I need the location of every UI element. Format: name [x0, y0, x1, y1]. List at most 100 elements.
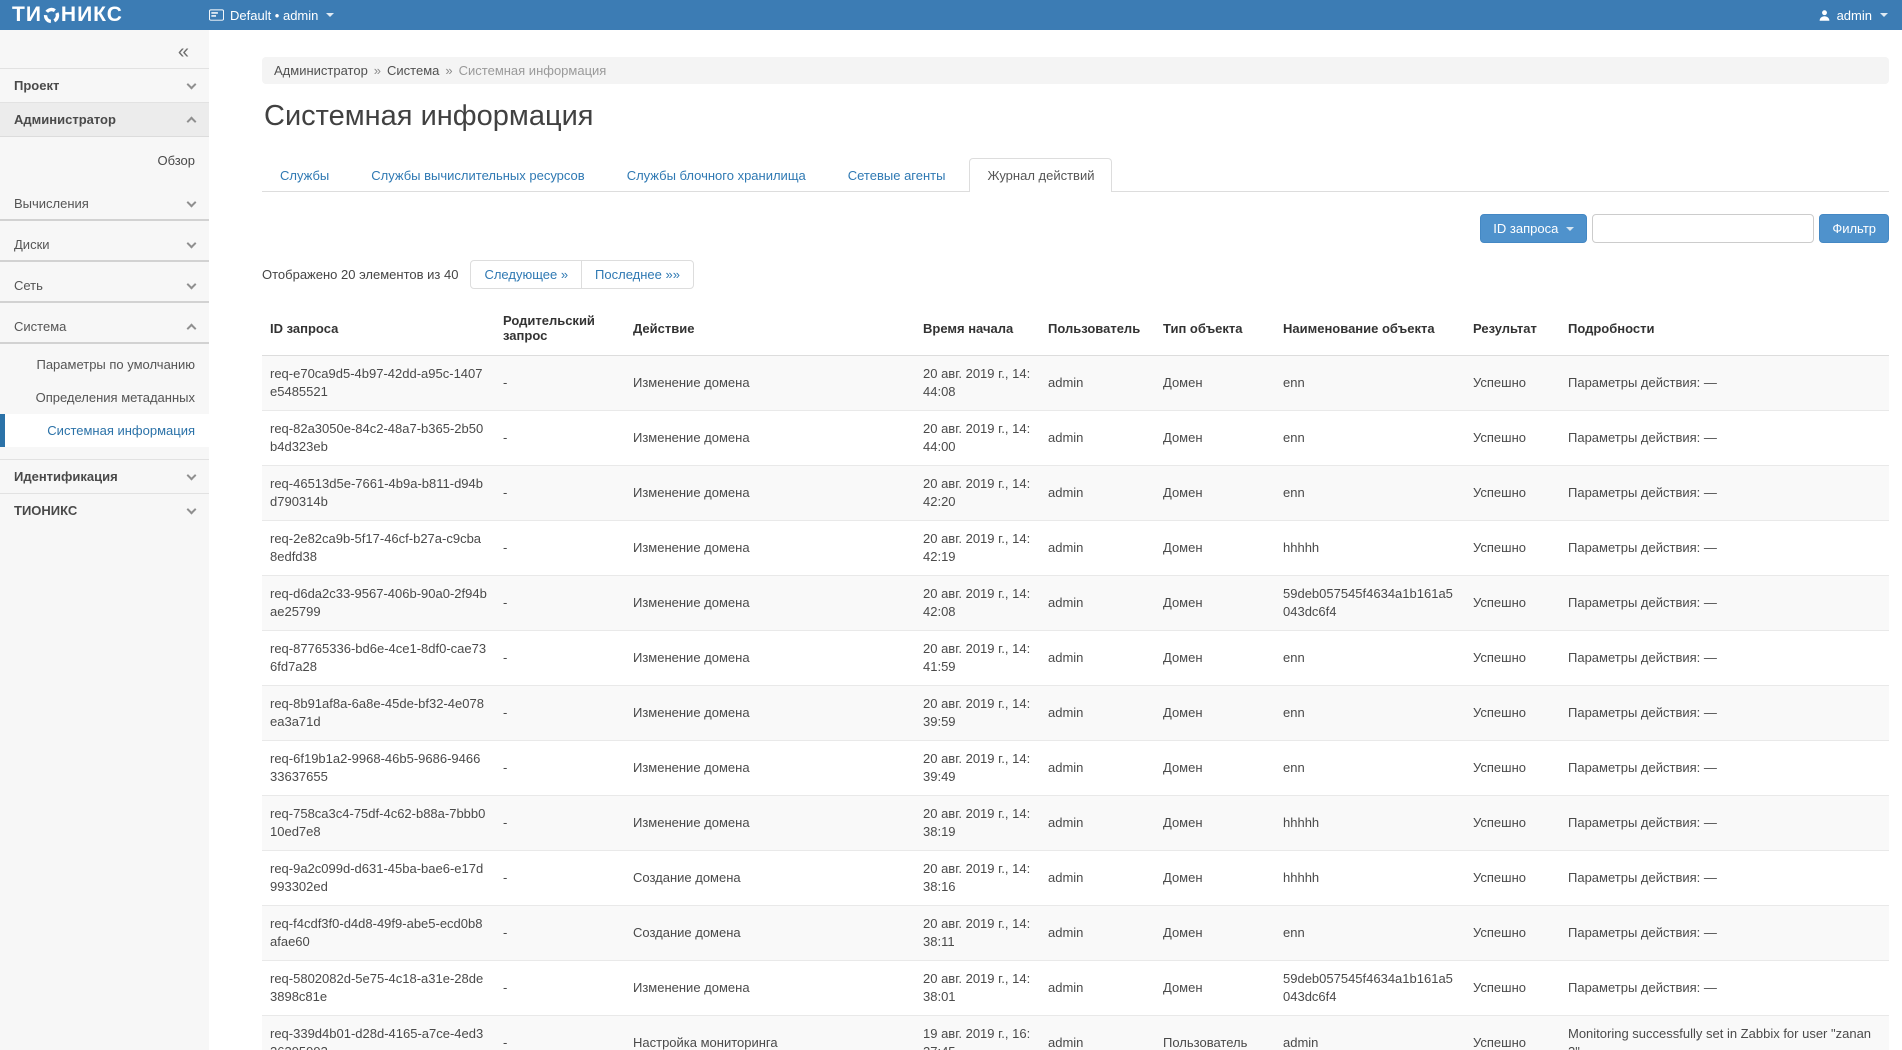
section-label: Сеть: [14, 278, 43, 293]
object-type-cell: Домен: [1155, 686, 1275, 741]
col-header-object-name: Наименование объекта: [1275, 303, 1465, 356]
chevron-up-icon: [187, 116, 197, 126]
request-id-cell: req-d6da2c33-9567-406b-90a0-2f94bae25799: [262, 576, 495, 631]
result-cell: Успешно: [1465, 466, 1560, 521]
user-cell: admin: [1040, 906, 1155, 961]
col-header-user: Пользователь: [1040, 303, 1155, 356]
result-cell: Успешно: [1465, 576, 1560, 631]
details-cell: Параметры действия: —: [1560, 521, 1889, 576]
sidebar-item-project[interactable]: Проект: [0, 68, 209, 102]
user-cell: admin: [1040, 1016, 1155, 1050]
user-cell: admin: [1040, 521, 1155, 576]
action-cell: Изменение домена: [625, 521, 915, 576]
col-header-start-time: Время начала: [915, 303, 1040, 356]
col-header-result: Результат: [1465, 303, 1560, 356]
parent-request-cell: -: [495, 521, 625, 576]
details-cell: Параметры действия: —: [1560, 796, 1889, 851]
sidebar-item-system-info[interactable]: Системная информация: [0, 414, 209, 447]
details-cell: Параметры действия: —: [1560, 411, 1889, 466]
result-cell: Успешно: [1465, 851, 1560, 906]
request-id-cell: req-46513d5e-7661-4b9a-b811-d94bd790314b: [262, 466, 495, 521]
system-subitems: Параметры по умолчанию Определения метад…: [0, 344, 209, 453]
sidebar-section-compute[interactable]: Вычисления: [0, 184, 209, 221]
object-name-cell: enn: [1275, 686, 1465, 741]
table-row: req-82a3050e-84c2-48a7-b365-2b50b4d323eb…: [262, 411, 1889, 466]
tab-services[interactable]: Службы: [262, 158, 347, 192]
start-time-cell: 20 авг. 2019 г., 14:42:19: [915, 521, 1040, 576]
tab-action-log[interactable]: Журнал действий: [969, 158, 1112, 192]
table-row: req-e70ca9d5-4b97-42dd-a95c-1407e5485521…: [262, 356, 1889, 411]
tab-bar: Службы Службы вычислительных ресурсов Сл…: [262, 157, 1889, 192]
breadcrumb-admin[interactable]: Администратор: [274, 63, 368, 78]
sidebar-item-overview[interactable]: Обзор: [0, 143, 209, 180]
main-area: Администратор»Система»Системная информац…: [209, 30, 1902, 1050]
sidebar: « Проект Администратор Обзор Вычисления …: [0, 30, 209, 1050]
parent-request-cell: -: [495, 466, 625, 521]
object-name-cell: 59deb057545f4634a1b161a5043dc6f4: [1275, 961, 1465, 1016]
action-cell: Изменение домена: [625, 356, 915, 411]
sidebar-collapse-row: «: [0, 30, 209, 68]
request-id-cell: req-87765336-bd6e-4ce1-8df0-cae736fd7a28: [262, 631, 495, 686]
chevron-down-icon: [326, 13, 334, 17]
sidebar-item-identity[interactable]: Идентификация: [0, 459, 209, 493]
next-page-button[interactable]: Следующее »: [471, 261, 581, 288]
table-row: req-6f19b1a2-9968-46b5-9686-946633637655…: [262, 741, 1889, 796]
parent-request-cell: -: [495, 961, 625, 1016]
filter-submit-button[interactable]: Фильтр: [1819, 214, 1889, 243]
object-name-cell: hhhhh: [1275, 521, 1465, 576]
sidebar-item-label: Идентификация: [14, 469, 118, 484]
parent-request-cell: -: [495, 1016, 625, 1050]
details-cell: Параметры действия: —: [1560, 631, 1889, 686]
pager: Следующее » Последнее »»: [470, 260, 694, 289]
request-id-cell: req-5802082d-5e75-4c18-a31e-28de3898c81e: [262, 961, 495, 1016]
object-name-cell: 59deb057545f4634a1b161a5043dc6f4: [1275, 576, 1465, 631]
details-cell: Параметры действия: —: [1560, 466, 1889, 521]
breadcrumb-system[interactable]: Система: [387, 63, 439, 78]
user-cell: admin: [1040, 741, 1155, 796]
page-title: Системная информация: [264, 100, 1889, 133]
tab-network-agents[interactable]: Сетевые агенты: [830, 158, 964, 192]
request-id-cell: req-8b91af8a-6a8e-45de-bf32-4e078ea3a71d: [262, 686, 495, 741]
sidebar-item-metadata-defs[interactable]: Определения метаданных: [0, 381, 209, 414]
tab-block-storage-services[interactable]: Службы блочного хранилища: [609, 158, 824, 192]
col-header-action: Действие: [625, 303, 915, 356]
col-header-request-id: ID запроса: [262, 303, 495, 356]
result-cell: Успешно: [1465, 961, 1560, 1016]
result-cell: Успешно: [1465, 521, 1560, 576]
sidebar-section-network[interactable]: Сеть: [0, 266, 209, 303]
result-cell: Успешно: [1465, 796, 1560, 851]
request-id-cell: req-2e82ca9b-5f17-46cf-b27a-c9cba8edfd38: [262, 521, 495, 576]
filter-field-dropdown[interactable]: ID запроса: [1480, 214, 1587, 243]
action-cell: Изменение домена: [625, 576, 915, 631]
start-time-cell: 20 авг. 2019 г., 14:41:59: [915, 631, 1040, 686]
parent-request-cell: -: [495, 851, 625, 906]
section-label: Диски: [14, 237, 50, 252]
details-cell: Параметры действия: —: [1560, 906, 1889, 961]
table-row: req-46513d5e-7661-4b9a-b811-d94bd790314b…: [262, 466, 1889, 521]
chevron-down-icon: [187, 238, 197, 248]
request-id-cell: req-82a3050e-84c2-48a7-b365-2b50b4d323eb: [262, 411, 495, 466]
sidebar-item-defaults[interactable]: Параметры по умолчанию: [0, 348, 209, 381]
chevron-down-icon: [187, 504, 197, 514]
context-switcher[interactable]: Default • admin: [209, 8, 334, 23]
last-page-button[interactable]: Последнее »»: [581, 261, 693, 288]
user-cell: admin: [1040, 466, 1155, 521]
start-time-cell: 20 авг. 2019 г., 14:38:16: [915, 851, 1040, 906]
logo[interactable]: ТИ НИКС: [0, 3, 209, 27]
sidebar-item-tionix[interactable]: ТИОНИКС: [0, 493, 209, 527]
logo-text-left: ТИ: [12, 3, 42, 27]
details-cell: Параметры действия: —: [1560, 686, 1889, 741]
filter-input[interactable]: [1592, 214, 1814, 243]
user-menu[interactable]: admin: [1818, 8, 1902, 23]
user-cell: admin: [1040, 961, 1155, 1016]
sidebar-section-system[interactable]: Система: [0, 307, 209, 344]
action-cell: Изменение домена: [625, 631, 915, 686]
object-name-cell: enn: [1275, 631, 1465, 686]
table-row: req-8b91af8a-6a8e-45de-bf32-4e078ea3a71d…: [262, 686, 1889, 741]
sidebar-collapse-button[interactable]: «: [178, 42, 189, 62]
action-cell: Изменение домена: [625, 796, 915, 851]
parent-request-cell: -: [495, 356, 625, 411]
tab-compute-services[interactable]: Службы вычислительных ресурсов: [353, 158, 602, 192]
sidebar-item-admin[interactable]: Администратор: [0, 102, 209, 137]
sidebar-section-volumes[interactable]: Диски: [0, 225, 209, 262]
